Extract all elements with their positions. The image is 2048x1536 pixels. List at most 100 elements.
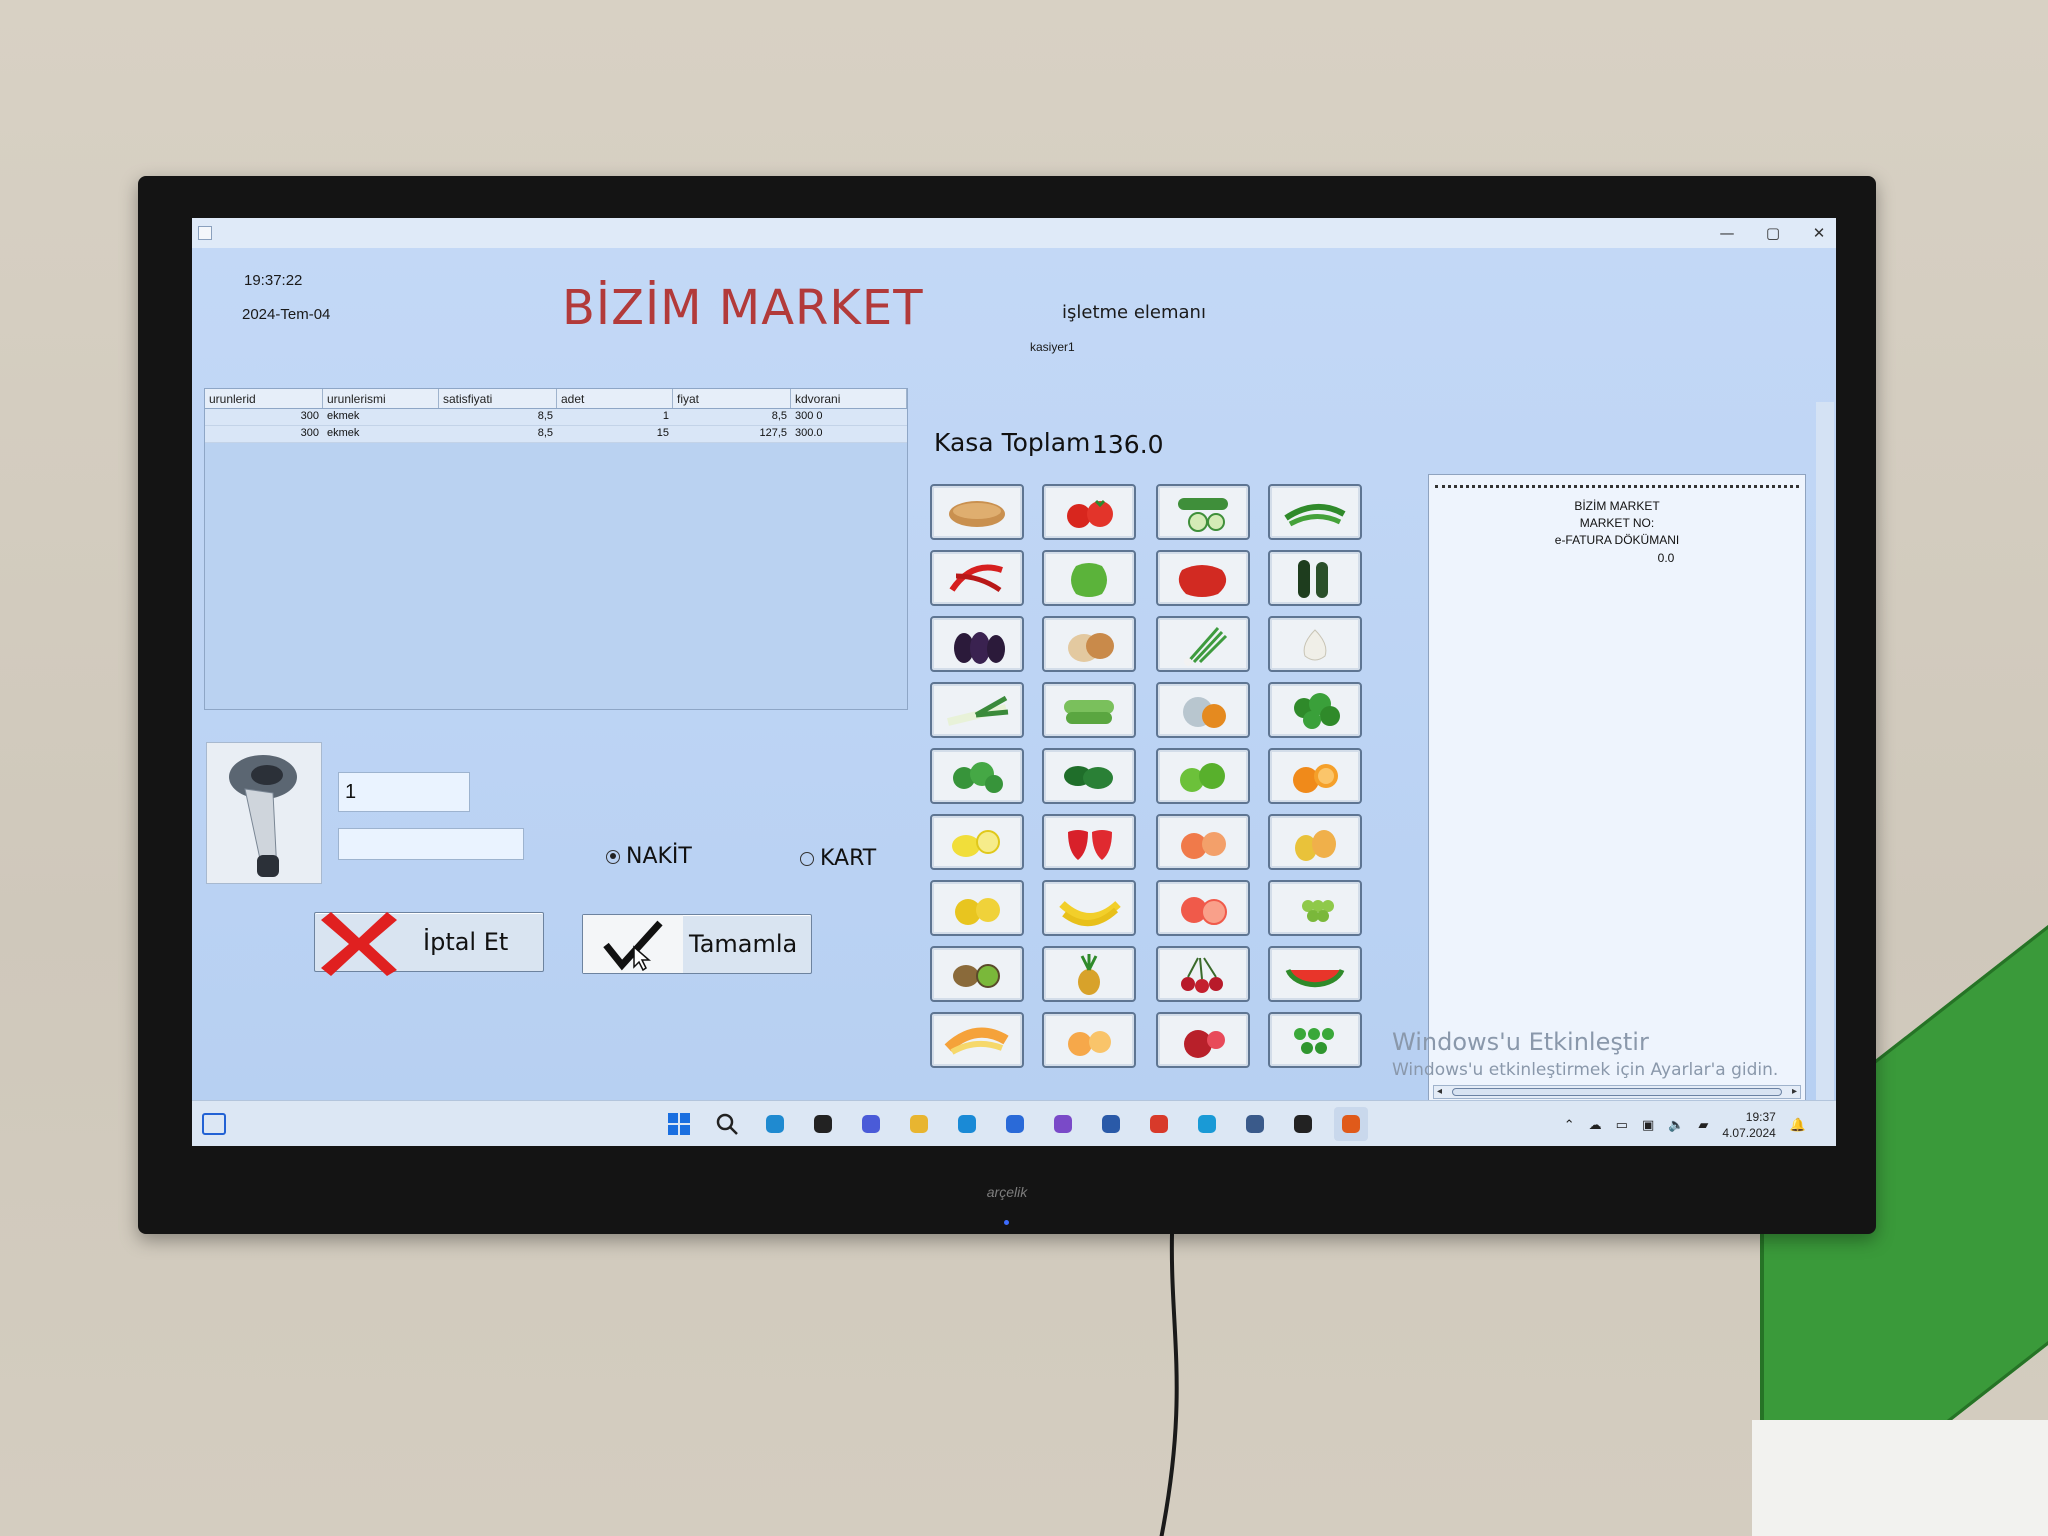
product-peach-button[interactable]: [1156, 814, 1250, 870]
complete-button[interactable]: Tamamla: [582, 914, 812, 974]
battery-icon[interactable]: ▰: [1698, 1118, 1708, 1133]
product-quince-button[interactable]: [930, 880, 1024, 936]
cherry-icon: [1181, 957, 1223, 993]
file-explorer-icon[interactable]: [902, 1107, 936, 1141]
volume-icon[interactable]: 🔈: [1668, 1118, 1684, 1133]
cell: 300: [300, 410, 319, 422]
settings-icon[interactable]: [1238, 1107, 1272, 1141]
product-green-pepper-button[interactable]: [1268, 484, 1362, 540]
product-parsley-button[interactable]: [1268, 682, 1362, 738]
notification-icon[interactable]: 🔔: [1790, 1118, 1806, 1133]
column-header[interactable]: satisfiyati: [439, 389, 557, 408]
product-bread-button[interactable]: [930, 484, 1024, 540]
column-header[interactable]: urunlerid: [205, 389, 323, 408]
barcode-input[interactable]: [338, 828, 524, 860]
kiwi-icon: [953, 964, 1000, 988]
product-orange-button[interactable]: [1268, 748, 1362, 804]
close-button[interactable]: ✕: [1804, 222, 1834, 244]
product-tomato-button[interactable]: [1042, 484, 1136, 540]
widgets-icon[interactable]: [758, 1107, 792, 1141]
widgets-board-icon[interactable]: [202, 1113, 226, 1135]
cancel-button[interactable]: İptal Et: [314, 912, 544, 976]
eye-app-icon[interactable]: [1286, 1107, 1320, 1141]
display-icon[interactable]: ▭: [1616, 1118, 1628, 1133]
bell-pepper-icon: [1071, 563, 1107, 597]
product-kiwi-button[interactable]: [930, 946, 1024, 1002]
minimize-button[interactable]: —: [1712, 222, 1742, 244]
cell: 300.0: [795, 427, 823, 439]
cell: 8,5: [771, 410, 787, 422]
sales-table[interactable]: urunlerid urunlerismi satisfiyati adet f…: [204, 388, 908, 710]
start-icon[interactable]: [662, 1107, 696, 1141]
product-green-apple-button[interactable]: [1156, 748, 1250, 804]
chevron-up-icon[interactable]: ⌃: [1564, 1118, 1575, 1133]
vertical-scrollbar[interactable]: [1816, 402, 1834, 1108]
column-header[interactable]: urunlerismi: [323, 389, 439, 408]
product-grape-button[interactable]: [1268, 880, 1362, 936]
window-icon: [198, 226, 212, 240]
receipt-panel[interactable]: BİZİM MARKET MARKET NO: e-FATURA DÖKÜMAN…: [1428, 474, 1806, 1104]
column-header[interactable]: adet: [557, 389, 673, 408]
cell: 300 0: [795, 410, 823, 422]
edge-icon[interactable]: [950, 1107, 984, 1141]
tray-clock[interactable]: 19:37 4.07.2024: [1722, 1109, 1775, 1141]
product-lemon-button[interactable]: [930, 814, 1024, 870]
cell: ekmek: [327, 427, 360, 439]
quantity-input[interactable]: [338, 772, 470, 812]
product-pomegranate-button[interactable]: [1156, 1012, 1250, 1068]
visual-studio-icon[interactable]: [1046, 1107, 1080, 1141]
staff-label: işletme elemanı: [1062, 302, 1206, 323]
task-view-icon[interactable]: [806, 1107, 840, 1141]
network-icon[interactable]: ▣: [1642, 1118, 1654, 1133]
pos-app: 19:37:22 2024-Tem-04 BİZİM MARKET işletm…: [192, 248, 1836, 1108]
product-peas-button[interactable]: [1268, 1012, 1362, 1068]
product-strawberry-button[interactable]: [1042, 814, 1136, 870]
table-row[interactable]: 300 ekmek 8,5 1 8,5 300 0: [205, 409, 907, 426]
scroll-right-icon[interactable]: ▸: [1792, 1086, 1797, 1098]
app-icon[interactable]: [1094, 1107, 1128, 1141]
product-green-onion-button[interactable]: [1156, 616, 1250, 672]
product-dill-button[interactable]: [930, 748, 1024, 804]
product-cucumber-button[interactable]: [1156, 484, 1250, 540]
product-apricot-button[interactable]: [1042, 1012, 1136, 1068]
store-icon[interactable]: [998, 1107, 1032, 1141]
maximize-button[interactable]: ▢: [1758, 222, 1788, 244]
product-garlic-button[interactable]: [1268, 616, 1362, 672]
cash-radio[interactable]: NAKİT: [606, 844, 692, 869]
product-watermelon-button[interactable]: [1268, 946, 1362, 1002]
product-cherry-button[interactable]: [1156, 946, 1250, 1002]
product-spinach-button[interactable]: [1042, 748, 1136, 804]
product-pumpkin-button[interactable]: [1156, 682, 1250, 738]
product-leek-button[interactable]: [930, 682, 1024, 738]
table-row[interactable]: 300 ekmek 8,5 15 127,5 300.0: [205, 426, 907, 443]
chrome-icon[interactable]: [1142, 1107, 1176, 1141]
search-icon[interactable]: [710, 1107, 744, 1141]
horizontal-scrollbar[interactable]: ◂ ▸: [1433, 1085, 1801, 1099]
cell: 300: [300, 427, 319, 439]
hexagon-app-icon[interactable]: [1190, 1107, 1224, 1141]
column-header[interactable]: kdvorani: [791, 389, 907, 408]
total-label: Kasa Toplam: [934, 428, 1091, 457]
cloud-icon[interactable]: ☁: [1589, 1118, 1602, 1133]
product-melon-button[interactable]: [930, 1012, 1024, 1068]
product-eggplant-button[interactable]: [930, 616, 1024, 672]
chat-icon[interactable]: [854, 1107, 888, 1141]
scroll-thumb[interactable]: [1452, 1088, 1782, 1096]
product-bell-pepper-button[interactable]: [1042, 550, 1136, 606]
radio-unselected-icon[interactable]: [800, 851, 814, 866]
scroll-left-icon[interactable]: ◂: [1437, 1086, 1442, 1098]
product-pineapple-button[interactable]: [1042, 946, 1136, 1002]
column-header[interactable]: fiyat: [673, 389, 791, 408]
card-radio[interactable]: KART: [800, 846, 876, 871]
product-red-pepper-button[interactable]: [1156, 550, 1250, 606]
java-icon[interactable]: [1334, 1107, 1368, 1141]
radio-selected-icon[interactable]: [606, 849, 620, 864]
product-onion-button[interactable]: [1042, 616, 1136, 672]
system-tray: ⌃ ☁ ▭ ▣ 🔈 ▰ 19:37 4.07.2024 🔔: [1564, 1109, 1806, 1141]
product-chili-pepper-button[interactable]: [930, 550, 1024, 606]
product-zucchini-button[interactable]: [1268, 550, 1362, 606]
product-grapefruit-button[interactable]: [1156, 880, 1250, 936]
product-zucchini-light-button[interactable]: [1042, 682, 1136, 738]
product-banana-button[interactable]: [1042, 880, 1136, 936]
product-pear-button[interactable]: [1268, 814, 1362, 870]
